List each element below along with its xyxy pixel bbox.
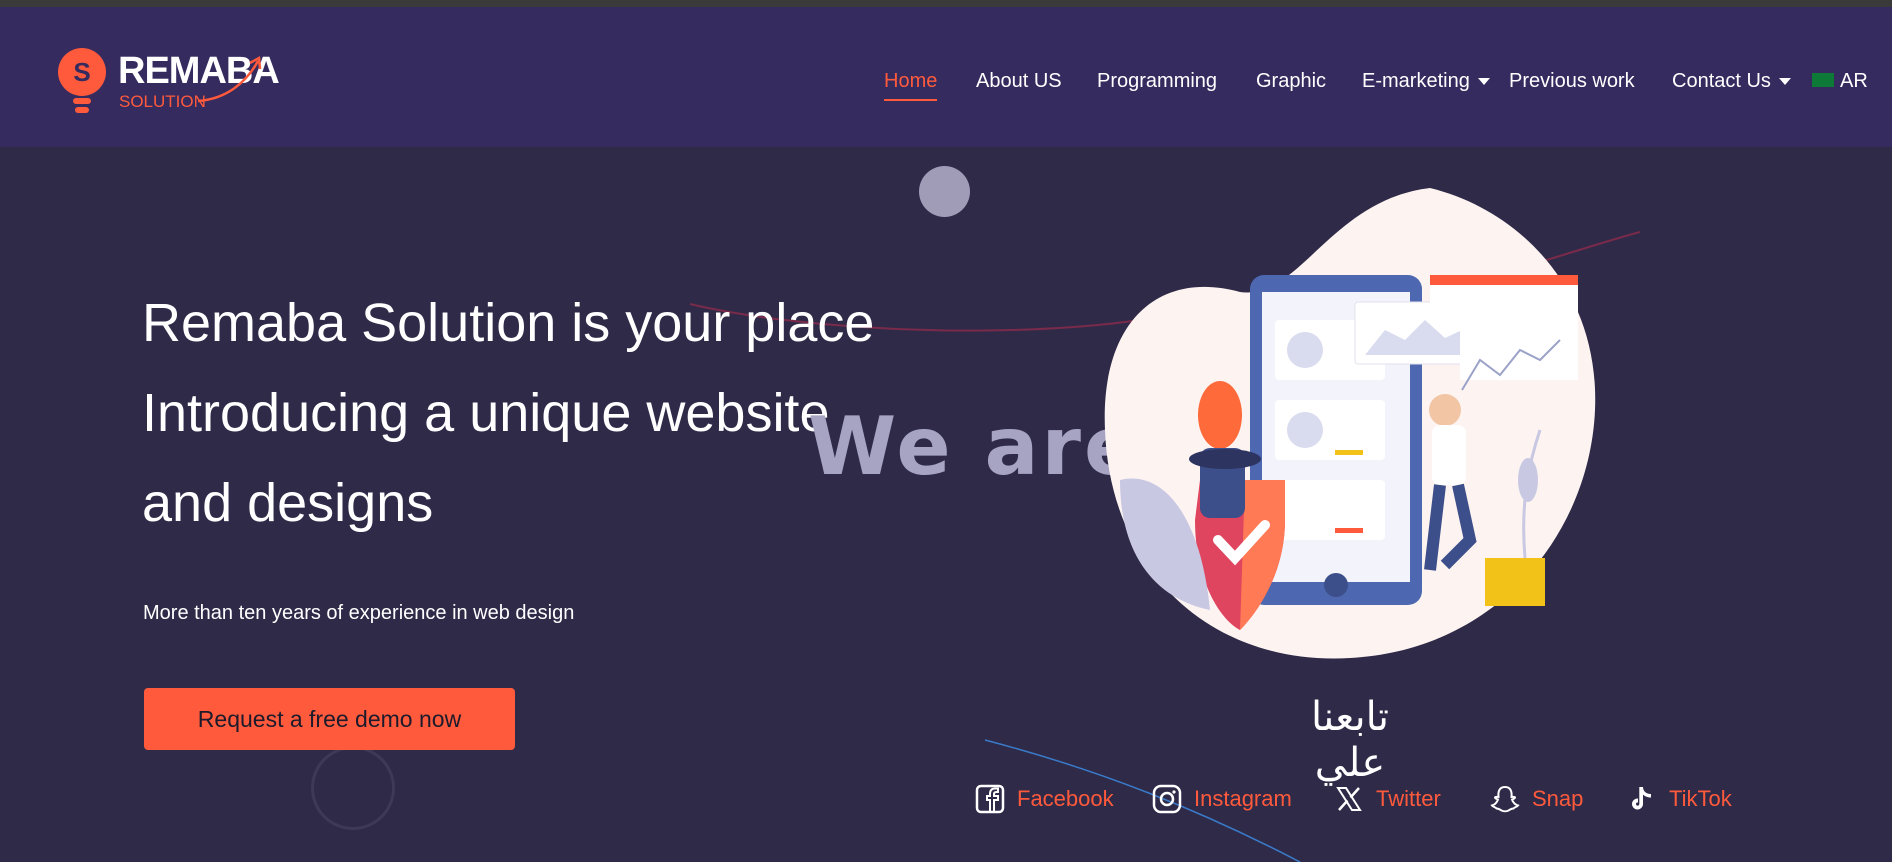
snapchat-icon <box>1490 785 1520 813</box>
language-label: AR <box>1840 70 1868 92</box>
language-switch-ar[interactable]: AR <box>1812 63 1868 99</box>
chevron-down-icon <box>1778 78 1791 86</box>
decorative-circle <box>919 166 970 217</box>
tiktok-label: TikTok <box>1669 786 1732 811</box>
tiktok-icon <box>1632 787 1651 810</box>
nav-home-label: Home <box>884 70 938 92</box>
x-twitter-icon <box>1336 787 1362 811</box>
we-are-overlay-text: We are <box>808 400 1142 493</box>
nav-contact-us[interactable]: Contact Us <box>1672 63 1791 99</box>
nav-e-marketing-label: E-marketing <box>1362 70 1470 92</box>
nav-about-us[interactable]: About US <box>976 63 1062 99</box>
main-nav: Home About US Programming Graphic E-mark… <box>0 63 1892 103</box>
nav-about-us-label: About US <box>976 70 1062 92</box>
instagram-label: Instagram <box>1194 786 1292 811</box>
instagram-icon <box>1152 784 1182 814</box>
facebook-icon <box>975 784 1005 814</box>
follow-us-heading: تابعنا علي <box>1310 694 1389 786</box>
nav-programming-label: Programming <box>1097 70 1218 92</box>
hero-title-line-1: Remaba Solution is your place <box>142 293 875 353</box>
nav-e-marketing[interactable]: E-marketing <box>1362 63 1490 99</box>
saudi-flag-icon <box>1812 72 1834 87</box>
chevron-down-icon <box>1477 78 1490 86</box>
request-demo-button[interactable]: Request a free demo now <box>144 688 515 750</box>
security-illustration <box>1104 188 1596 659</box>
nav-previous-work-label: Previous work <box>1509 70 1635 92</box>
hero-title-line-2: Introducing a unique website <box>142 383 830 443</box>
decorative-ring <box>311 746 395 830</box>
hero-title-line-3: and designs <box>142 473 434 533</box>
nav-graphic-label: Graphic <box>1256 70 1327 92</box>
hero-subtitle: More than ten years of experience in web… <box>143 602 575 624</box>
nav-previous-work[interactable]: Previous work <box>1509 63 1635 99</box>
twitter-label: Twitter <box>1376 786 1441 811</box>
nav-programming[interactable]: Programming <box>1097 63 1217 99</box>
nav-contact-us-label: Contact Us <box>1672 70 1771 92</box>
hero-title: Remaba Solution is your place Introducin… <box>142 278 902 548</box>
snap-label: Snap <box>1532 786 1584 811</box>
site-header: S REMABA SOLUTION Home About US Programm… <box>0 7 1892 147</box>
nav-graphic[interactable]: Graphic <box>1256 63 1326 99</box>
window-top-border <box>0 0 1892 7</box>
facebook-label: Facebook <box>1017 786 1114 811</box>
nav-home[interactable]: Home <box>884 63 938 101</box>
